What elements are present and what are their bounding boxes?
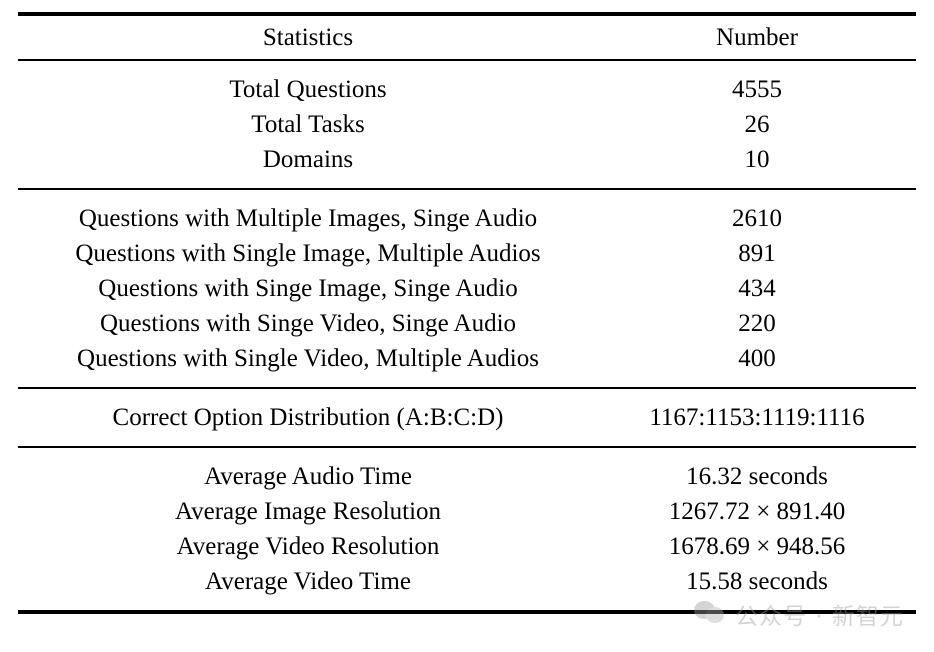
row-label: Questions with Single Image, Multiple Au…: [75, 240, 541, 267]
row-value: 220: [738, 310, 776, 337]
table-row: Domains 10: [18, 142, 916, 177]
row-label: Total Tasks: [251, 111, 365, 138]
section-overview-pad-top: [18, 61, 916, 72]
row-label: Questions with Singe Video, Singe Audio: [99, 310, 517, 337]
section-modality-pad-bottom: [18, 376, 916, 387]
row-label: Average Audio Time: [204, 463, 412, 490]
table-row: Correct Option Distribution (A:B:C:D) 11…: [18, 400, 916, 435]
row-value: 2610: [732, 205, 782, 232]
column-header-statistics: Statistics: [262, 24, 354, 51]
row-label: Questions with Multiple Images, Singe Au…: [78, 205, 538, 232]
table-row: Questions with Single Image, Multiple Au…: [18, 236, 916, 271]
section-overview-pad-bottom: [18, 177, 916, 188]
row-value: 1678.69 × 948.56: [668, 533, 846, 560]
section-modality-pad-top: [18, 190, 916, 201]
table-row: Questions with Singe Video, Singe Audio …: [18, 306, 916, 341]
row-value: 26: [744, 111, 770, 138]
statistics-table: Statistics Number Total Questions 4555 T…: [18, 12, 916, 614]
row-value: 16.32 seconds: [686, 463, 828, 490]
row-label: Average Image Resolution: [174, 498, 442, 525]
row-label: Correct Option Distribution (A:B:C:D): [112, 404, 504, 431]
table-row: Total Questions 4555: [18, 72, 916, 107]
column-header-number: Number: [716, 24, 798, 51]
row-label: Average Video Time: [205, 568, 411, 595]
table-row: Questions with Single Video, Multiple Au…: [18, 341, 916, 376]
table-header-row: Statistics Number: [18, 16, 916, 59]
row-value: 1267.72 × 891.40: [668, 498, 846, 525]
row-value: 434: [738, 275, 776, 302]
section-averages-pad-bottom: [18, 599, 916, 610]
row-label: Questions with Single Video, Multiple Au…: [77, 345, 539, 372]
row-value: 1167:1153:1119:1116: [649, 404, 865, 431]
table-row: Average Video Resolution 1678.69 × 948.5…: [18, 529, 916, 564]
row-value: 400: [738, 345, 776, 372]
row-value: 15.58 seconds: [686, 568, 828, 595]
table-row: Questions with Singe Image, Singe Audio …: [18, 271, 916, 306]
table-row: Total Tasks 26: [18, 107, 916, 142]
row-label: Questions with Singe Image, Singe Audio: [98, 275, 518, 302]
row-label: Domains: [262, 146, 354, 173]
table-row: Average Audio Time 16.32 seconds: [18, 459, 916, 494]
table-bottom-rule: [18, 610, 916, 614]
section-averages-pad-top: [18, 448, 916, 459]
table-row: Average Image Resolution 1267.72 × 891.4…: [18, 494, 916, 529]
section-answers-pad-bottom: [18, 435, 916, 446]
row-value: 10: [744, 146, 770, 173]
row-value: 4555: [732, 76, 782, 103]
row-value: 891: [738, 240, 776, 267]
row-label: Average Video Resolution: [176, 533, 440, 560]
section-answers-pad-top: [18, 389, 916, 400]
table-row: Average Video Time 15.58 seconds: [18, 564, 916, 599]
row-label: Total Questions: [229, 76, 387, 103]
table-row: Questions with Multiple Images, Singe Au…: [18, 201, 916, 236]
